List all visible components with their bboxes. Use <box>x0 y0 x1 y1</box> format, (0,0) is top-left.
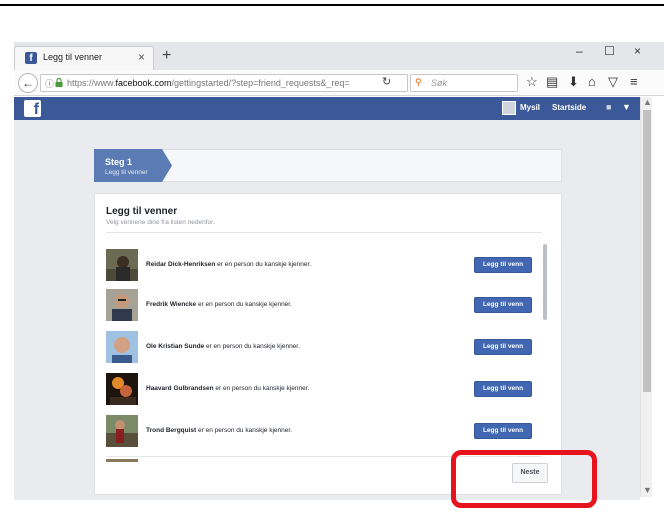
tab-close-icon[interactable]: × <box>138 50 145 64</box>
pocket-icon[interactable]: ▽ <box>608 74 618 90</box>
back-button[interactable]: ← <box>18 73 38 93</box>
friend-text: Haavard Gulbrandsen er en person du kans… <box>146 385 310 392</box>
friend-name[interactable]: Haavard Gulbrandsen <box>146 385 214 392</box>
page-scrollbar[interactable]: ▲ ▼ <box>640 97 652 497</box>
list-item: Trond Bergquist er en person du kanskje … <box>106 415 532 455</box>
account-menu-caret-icon[interactable]: ▼ <box>622 102 631 112</box>
screenshot: f Legg til venner × + – ☐ × ← ⓘ https://… <box>0 0 664 530</box>
divider <box>106 232 542 233</box>
tab-title: Legg til venner <box>43 52 103 62</box>
clipboard-icon[interactable]: ▤ <box>546 74 558 90</box>
friend-name[interactable]: Reidar Dick-Henriksen <box>146 261 215 268</box>
highlight-annotation <box>451 450 597 508</box>
search-engine-icon: ⚲ <box>415 77 422 87</box>
friend-name[interactable]: Fredrik Wiencke <box>146 301 196 308</box>
list-scrollbar[interactable] <box>543 244 547 320</box>
star-icon[interactable]: ☆ <box>526 74 538 90</box>
facebook-logo[interactable]: f <box>24 100 41 118</box>
address-bar[interactable]: ⓘ https://www.facebook.com/gettingstarte… <box>40 74 408 92</box>
list-item: Fredrik Wiencke er en person du kanskje … <box>106 289 532 329</box>
close-window-icon[interactable]: × <box>634 44 641 58</box>
friend-photo[interactable] <box>106 373 138 405</box>
add-friend-button[interactable]: Legg til venn <box>474 423 532 439</box>
back-arrow-icon: ← <box>22 76 34 90</box>
privacy-lock-icon[interactable]: ■ <box>606 102 611 112</box>
step-subtitle: Legg til venner <box>105 169 148 176</box>
home-link[interactable]: Startside <box>552 103 586 112</box>
facebook-header: f Mysil Startside ■ ▼ <box>14 97 640 120</box>
friend-photo-partial <box>106 459 138 462</box>
search-box[interactable]: ⚲ Søk <box>410 74 518 92</box>
friend-text: Fredrik Wiencke er en person du kanskje … <box>146 301 292 308</box>
friend-text: Ole Kristian Sunde er en person du kansk… <box>146 343 300 350</box>
card-title: Legg til venner <box>106 206 178 217</box>
add-friend-button[interactable]: Legg til venn <box>474 381 532 397</box>
friend-photo[interactable] <box>106 289 138 321</box>
friend-text: Reidar Dick-Henriksen er en person du ka… <box>146 261 312 268</box>
profile-link[interactable]: Mysil <box>520 103 540 112</box>
maximize-icon[interactable]: ☐ <box>604 44 615 58</box>
avatar[interactable] <box>502 101 516 115</box>
list-item: Reidar Dick-Henriksen er en person du ka… <box>106 249 532 289</box>
download-icon[interactable]: ⬇ <box>568 74 579 90</box>
list-item: Ole Kristian Sunde er en person du kansk… <box>106 331 532 371</box>
browser-tab[interactable]: f Legg til venner × <box>14 46 154 70</box>
scrollbar-thumb[interactable] <box>643 110 651 392</box>
add-friend-button[interactable]: Legg til venn <box>474 257 532 273</box>
lock-icon <box>55 78 63 87</box>
search-placeholder: Søk <box>431 78 448 88</box>
scroll-up-icon[interactable]: ▲ <box>643 97 652 107</box>
new-tab-button[interactable]: + <box>162 47 171 65</box>
reload-icon[interactable]: ↻ <box>382 75 391 88</box>
list-item: Haavard Gulbrandsen er en person du kans… <box>106 373 532 413</box>
friend-photo[interactable] <box>106 331 138 363</box>
friend-name[interactable]: Ole Kristian Sunde <box>146 343 204 350</box>
home-icon[interactable]: ⌂ <box>588 74 596 89</box>
facebook-favicon-icon: f <box>25 52 37 64</box>
scroll-down-icon[interactable]: ▼ <box>643 485 652 495</box>
url-text: https://www.facebook.com/gettingstarted/… <box>67 78 350 88</box>
friend-photo[interactable] <box>106 415 138 447</box>
top-border <box>0 0 664 6</box>
menu-icon[interactable]: ≡ <box>630 74 638 89</box>
step-title: Steg 1 <box>105 157 133 167</box>
friend-name[interactable]: Trond Bergquist <box>146 427 196 434</box>
minimize-icon[interactable]: – <box>576 44 583 58</box>
add-friend-button[interactable]: Legg til venn <box>474 297 532 313</box>
info-icon[interactable]: ⓘ <box>45 77 54 90</box>
friend-photo[interactable] <box>106 249 138 281</box>
add-friend-button[interactable]: Legg til venn <box>474 339 532 355</box>
friend-text: Trond Bergquist er en person du kanskje … <box>146 427 292 434</box>
card-subtitle: Velg vennene dine fra listen nedenfor. <box>106 219 215 226</box>
